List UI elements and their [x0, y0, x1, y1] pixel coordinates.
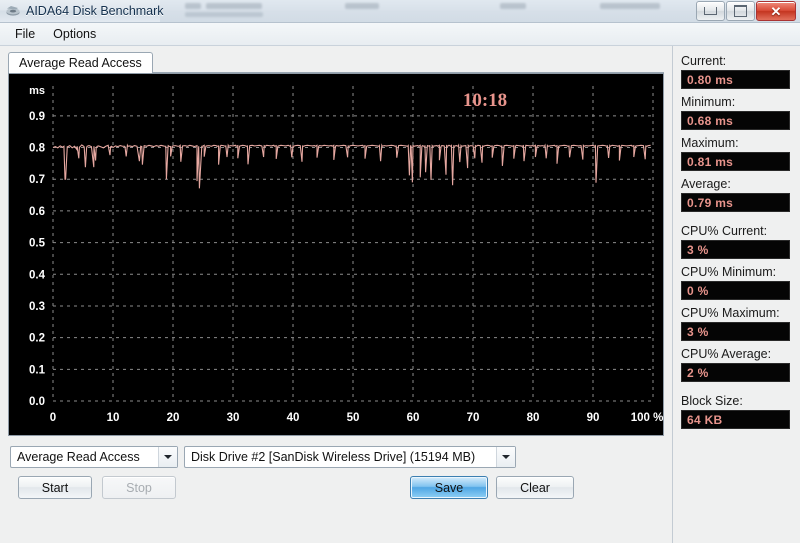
svg-text:80: 80 — [527, 412, 540, 424]
svg-text:100 %: 100 % — [631, 412, 663, 424]
close-icon: ✕ — [770, 3, 782, 19]
left-pane: Average Read Access 0.0 0.1 0.2 0.3 0.4 0.5 0.… — [0, 46, 672, 543]
svg-text:0.5: 0.5 — [29, 238, 46, 250]
svg-text:0.8: 0.8 — [29, 143, 46, 155]
stat-value: 0.80 ms — [681, 70, 790, 89]
test-mode-select[interactable]: Average Read Access — [10, 446, 178, 468]
stat-value: 3 % — [681, 322, 790, 341]
benchmark-chart: 0.0 0.1 0.2 0.3 0.4 0.5 0.6 0.7 0.8 0.9 ms 0 10 20 30 4… — [8, 73, 664, 436]
maximize-button[interactable] — [726, 1, 755, 21]
svg-text:20: 20 — [167, 412, 180, 424]
menu-item-file[interactable]: File — [6, 25, 44, 43]
stat-value: 0 % — [681, 281, 790, 300]
y-axis-unit-label: ms — [29, 85, 45, 97]
background-ghost-text-5 — [600, 3, 660, 9]
drive-select[interactable]: Disk Drive #2 [SanDisk Wireless Drive] (… — [184, 446, 516, 468]
svg-text:60: 60 — [407, 412, 420, 424]
stat-value: 3 % — [681, 240, 790, 259]
chevron-down-icon[interactable] — [496, 447, 515, 467]
svg-text:0.9: 0.9 — [29, 111, 45, 123]
background-ghost-icon — [185, 3, 201, 9]
background-ghost-text-2 — [185, 12, 263, 17]
minimize-icon — [704, 7, 717, 15]
minimize-button[interactable] — [696, 1, 725, 21]
bottom-controls: Average Read Access Disk Drive #2 [SanDi… — [8, 436, 672, 499]
content-area: Average Read Access 0.0 0.1 0.2 0.3 0.4 0.5 0.… — [0, 46, 800, 543]
stat-block: CPU% Minimum: 0 % — [681, 265, 790, 300]
stat-value: 64 KB — [681, 410, 790, 429]
stat-label: CPU% Minimum: — [681, 265, 777, 279]
stat-block: CPU% Average: 2 % — [681, 347, 790, 382]
stat-label: CPU% Maximum: — [681, 306, 780, 320]
svg-text:0.0: 0.0 — [29, 396, 45, 408]
drive-value: Disk Drive #2 [SanDisk Wireless Drive] (… — [191, 450, 476, 464]
close-button[interactable]: ✕ — [756, 1, 796, 21]
window-title: AIDA64 Disk Benchmark — [26, 4, 164, 18]
maximize-icon — [734, 5, 747, 17]
stat-block: Minimum: 0.68 ms — [681, 95, 790, 130]
save-button[interactable]: Save — [410, 476, 488, 499]
svg-text:0.2: 0.2 — [29, 333, 45, 345]
svg-text:10: 10 — [107, 412, 120, 424]
stat-value: 0.79 ms — [681, 193, 790, 212]
svg-text:90: 90 — [587, 412, 600, 424]
action-row: Start Stop Save Clear — [10, 476, 672, 499]
background-ghost-text — [206, 3, 262, 9]
svg-text:30: 30 — [227, 412, 240, 424]
chart-canvas: 0.0 0.1 0.2 0.3 0.4 0.5 0.6 0.7 0.8 0.9 ms 0 10 20 30 4… — [9, 74, 663, 435]
stat-label: Maximum: — [681, 136, 739, 150]
stop-button: Stop — [102, 476, 176, 499]
stat-block: CPU% Maximum: 3 % — [681, 306, 790, 341]
stat-label: Block Size: — [681, 394, 743, 408]
menu-bar: File Options — [0, 23, 800, 46]
svg-text:50: 50 — [347, 412, 360, 424]
stat-block: Average: 0.79 ms — [681, 177, 790, 212]
svg-text:40: 40 — [287, 412, 300, 424]
test-mode-value: Average Read Access — [17, 450, 140, 464]
tab-average-read-access[interactable]: Average Read Access — [8, 52, 153, 73]
stat-block: Maximum: 0.81 ms — [681, 136, 790, 171]
chart-background — [9, 74, 663, 435]
window-controls: ✕ — [695, 1, 796, 21]
disk-drive-icon — [5, 3, 21, 19]
stat-block: Current: 0.80 ms — [681, 54, 790, 89]
start-button[interactable]: Start — [18, 476, 92, 499]
stat-label: CPU% Current: — [681, 224, 768, 238]
selector-row: Average Read Access Disk Drive #2 [SanDi… — [10, 446, 672, 468]
svg-text:0: 0 — [50, 412, 56, 424]
svg-text:0.1: 0.1 — [29, 364, 46, 376]
stat-label: Current: — [681, 54, 727, 68]
chevron-down-icon[interactable] — [158, 447, 177, 467]
stat-value: 0.81 ms — [681, 152, 790, 171]
title-bar: AIDA64 Disk Benchmark ✕ — [0, 0, 800, 23]
stat-label: Average: — [681, 177, 731, 191]
menu-item-options[interactable]: Options — [44, 25, 105, 43]
aida64-disk-benchmark-window: AIDA64 Disk Benchmark ✕ File Options Ave… — [0, 0, 800, 543]
stat-value: 2 % — [681, 363, 790, 382]
statistics-panel: Current: 0.80 ms Minimum: 0.68 ms Maximum: 0.… — [672, 46, 800, 543]
stat-value: 0.68 ms — [681, 111, 790, 130]
svg-text:0.7: 0.7 — [29, 174, 45, 186]
svg-text:70: 70 — [467, 412, 480, 424]
svg-text:0.6: 0.6 — [29, 206, 45, 218]
stat-label: Minimum: — [681, 95, 736, 109]
background-ghost-text-3 — [345, 3, 379, 9]
svg-text:0.4: 0.4 — [29, 269, 46, 281]
svg-text:0.3: 0.3 — [29, 301, 45, 313]
stat-label: CPU% Average: — [681, 347, 772, 361]
clear-button[interactable]: Clear — [496, 476, 574, 499]
stat-block: Block Size: 64 KB — [681, 394, 790, 429]
background-ghost-text-4 — [500, 3, 526, 9]
elapsed-time-readout: 10:18 — [463, 90, 507, 111]
tab-strip: Average Read Access — [8, 52, 672, 73]
stat-block: CPU% Current: 3 % — [681, 224, 790, 259]
